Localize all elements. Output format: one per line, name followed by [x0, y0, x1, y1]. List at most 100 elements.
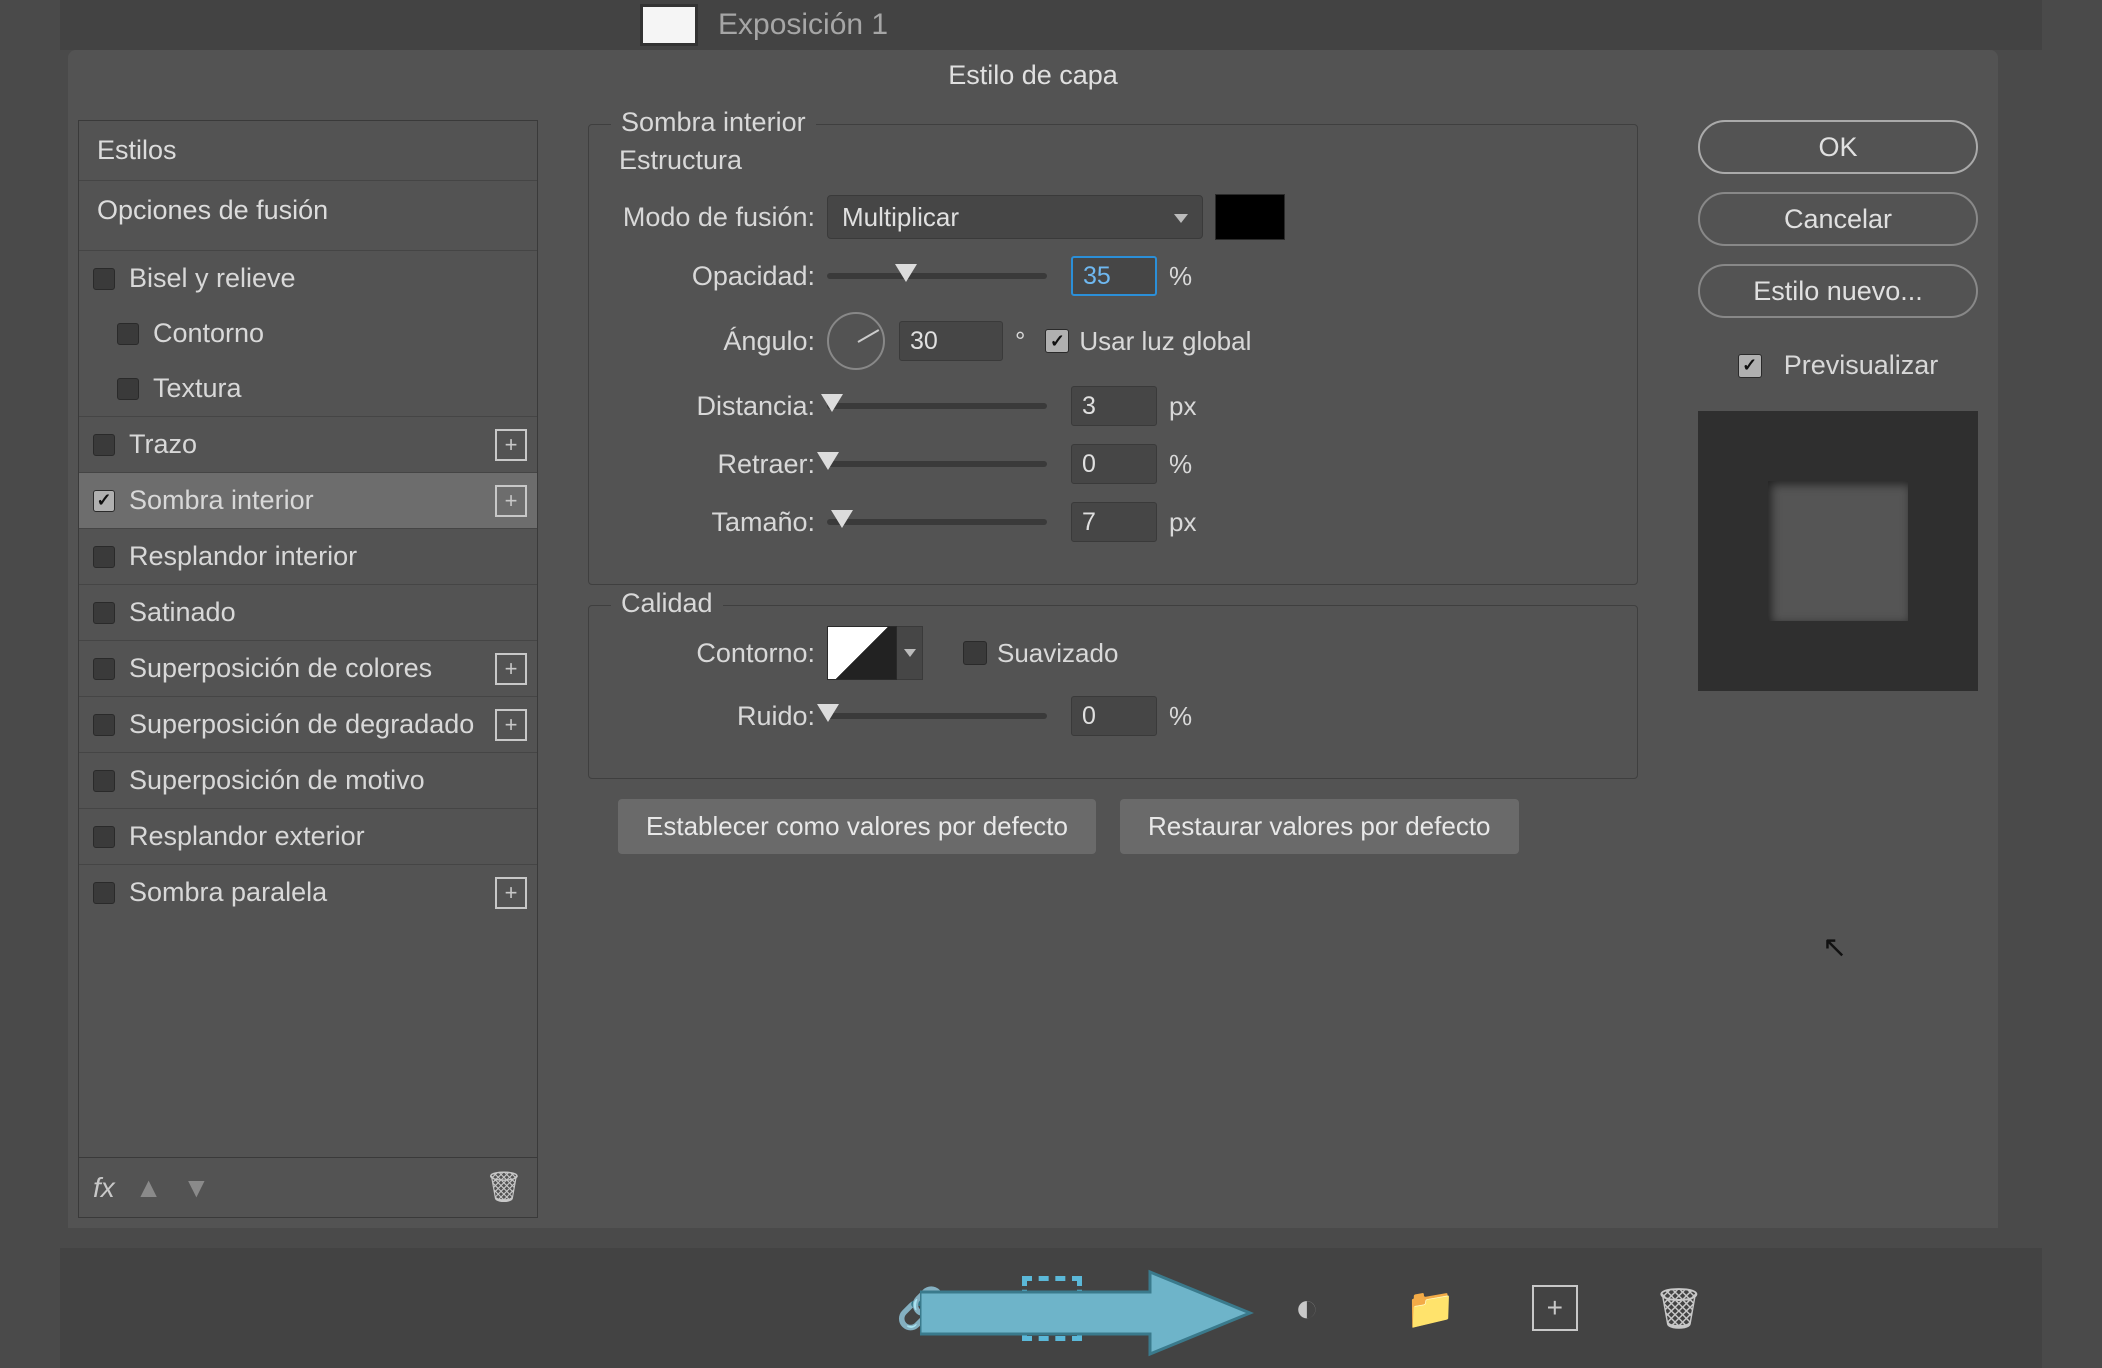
preview-checkbox[interactable] [1738, 354, 1762, 378]
style-item-color-overlay[interactable]: Superposición de colores + [79, 641, 537, 696]
sidebar-footer: fx ▲ ▼ 🗑 [79, 1157, 537, 1217]
cancel-button[interactable]: Cancelar [1698, 192, 1978, 246]
label: Sombra interior [129, 485, 314, 516]
style-item-pattern-overlay[interactable]: Superposición de motivo [79, 753, 537, 808]
contour-label: Contorno: [615, 638, 815, 669]
opacity-slider[interactable] [827, 273, 1047, 279]
add-icon[interactable]: + [495, 709, 527, 741]
add-icon[interactable]: + [495, 429, 527, 461]
layer-name: Exposición 1 [718, 8, 888, 42]
style-item-inner-shadow[interactable]: Sombra interior + [79, 473, 537, 528]
label: Resplandor interior [129, 541, 357, 572]
antialiased-checkbox[interactable] [963, 641, 987, 665]
quality-fieldset: Calidad Contorno: Suavizado Ruido: % [588, 605, 1638, 779]
choke-slider[interactable] [827, 461, 1047, 467]
label: Sombra paralela [129, 877, 327, 908]
contour-preview[interactable] [827, 626, 897, 680]
checkbox-drop-shadow[interactable] [93, 882, 115, 904]
trash-icon[interactable]: 🗑 [1656, 1285, 1702, 1331]
distance-label: Distancia: [615, 391, 815, 422]
trash-icon[interactable]: 🗑 [485, 1170, 523, 1205]
settings-panel: Sombra interior Estructura Modo de fusió… [588, 120, 1638, 1218]
opacity-label: Opacidad: [615, 261, 815, 292]
noise-slider[interactable] [827, 713, 1047, 719]
add-icon[interactable]: + [495, 877, 527, 909]
global-light-checkbox[interactable] [1045, 329, 1069, 353]
choke-unit: % [1169, 449, 1192, 480]
angle-input[interactable] [899, 321, 1003, 361]
size-slider[interactable] [827, 519, 1047, 525]
make-default-button[interactable]: Establecer como valores por defecto [618, 799, 1096, 854]
checkbox-inner-shadow[interactable] [93, 490, 115, 512]
label: Trazo [129, 429, 197, 460]
style-item-contour[interactable]: Contorno [79, 306, 537, 361]
quality-title: Calidad [611, 588, 723, 619]
checkbox-inner-glow[interactable] [93, 546, 115, 568]
new-layer-icon[interactable]: + [1532, 1285, 1578, 1331]
style-item-satin[interactable]: Satinado [79, 585, 537, 640]
style-item-bevel[interactable]: Bisel y relieve [79, 251, 537, 306]
preview-inner [1768, 481, 1908, 621]
preview-thumbnail [1698, 411, 1978, 691]
label: Superposición de motivo [129, 765, 425, 796]
layers-panel-bg: Exposición 1 [60, 0, 2042, 50]
noise-unit: % [1169, 701, 1192, 732]
label: Superposición de degradado [129, 709, 474, 740]
style-item-texture[interactable]: Textura [79, 361, 537, 416]
blend-options-item[interactable]: Opciones de fusión [79, 181, 537, 240]
folder-icon[interactable]: 📁 [1408, 1285, 1454, 1331]
angle-dial[interactable] [827, 312, 885, 370]
opacity-unit: % [1169, 261, 1192, 292]
blend-mode-dropdown[interactable]: Multiplicar [827, 195, 1203, 239]
style-item-gradient-overlay[interactable]: Superposición de degradado + [79, 697, 537, 752]
distance-unit: px [1169, 391, 1196, 422]
checkbox-satin[interactable] [93, 602, 115, 624]
label: Satinado [129, 597, 236, 628]
checkbox-bevel[interactable] [93, 268, 115, 290]
style-item-stroke[interactable]: Trazo + [79, 417, 537, 472]
preview-label: Previsualizar [1784, 350, 1939, 381]
global-light-label: Usar luz global [1079, 326, 1251, 357]
label: Superposición de colores [129, 653, 432, 684]
style-item-outer-glow[interactable]: Resplandor exterior [79, 809, 537, 864]
contour-dropdown[interactable] [897, 626, 923, 680]
distance-slider[interactable] [827, 403, 1047, 409]
choke-label: Retraer: [615, 449, 815, 480]
cursor-icon: ↖ [1822, 930, 1847, 965]
label: Contorno [153, 318, 264, 349]
ok-button[interactable]: OK [1698, 120, 1978, 174]
label: Bisel y relieve [129, 263, 296, 294]
fx-icon[interactable]: fx [93, 1172, 115, 1204]
noise-label: Ruido: [615, 701, 815, 732]
layer-style-dialog: Estilo de capa Estilos Opciones de fusió… [68, 50, 1998, 1228]
checkbox-gradient-overlay[interactable] [93, 714, 115, 736]
move-up-icon[interactable]: ▲ [135, 1172, 163, 1204]
move-down-icon[interactable]: ▼ [183, 1172, 211, 1204]
add-icon[interactable]: + [495, 485, 527, 517]
checkbox-texture[interactable] [117, 378, 139, 400]
noise-input[interactable] [1071, 696, 1157, 736]
style-item-inner-glow[interactable]: Resplandor interior [79, 529, 537, 584]
antialiased-label: Suavizado [997, 638, 1118, 669]
checkbox-contour[interactable] [117, 323, 139, 345]
size-label: Tamaño: [615, 507, 815, 538]
label: Textura [153, 373, 242, 404]
style-item-drop-shadow[interactable]: Sombra paralela + [79, 865, 537, 920]
shadow-color-swatch[interactable] [1215, 194, 1285, 240]
adjustment-icon[interactable]: ◐ [1284, 1285, 1330, 1331]
checkbox-stroke[interactable] [93, 434, 115, 456]
choke-input[interactable] [1071, 444, 1157, 484]
dialog-title: Estilo de capa [68, 50, 1998, 100]
size-unit: px [1169, 507, 1196, 538]
styles-header[interactable]: Estilos [79, 121, 537, 181]
distance-input[interactable] [1071, 386, 1157, 426]
checkbox-outer-glow[interactable] [93, 826, 115, 848]
opacity-input[interactable] [1071, 256, 1157, 296]
size-input[interactable] [1071, 502, 1157, 542]
reset-default-button[interactable]: Restaurar valores por defecto [1120, 799, 1519, 854]
layers-bottom-toolbar: 🔗 fx ◼ ◐ 📁 + 🗑 [60, 1248, 2042, 1368]
checkbox-color-overlay[interactable] [93, 658, 115, 680]
checkbox-pattern-overlay[interactable] [93, 770, 115, 792]
add-icon[interactable]: + [495, 653, 527, 685]
new-style-button[interactable]: Estilo nuevo... [1698, 264, 1978, 318]
